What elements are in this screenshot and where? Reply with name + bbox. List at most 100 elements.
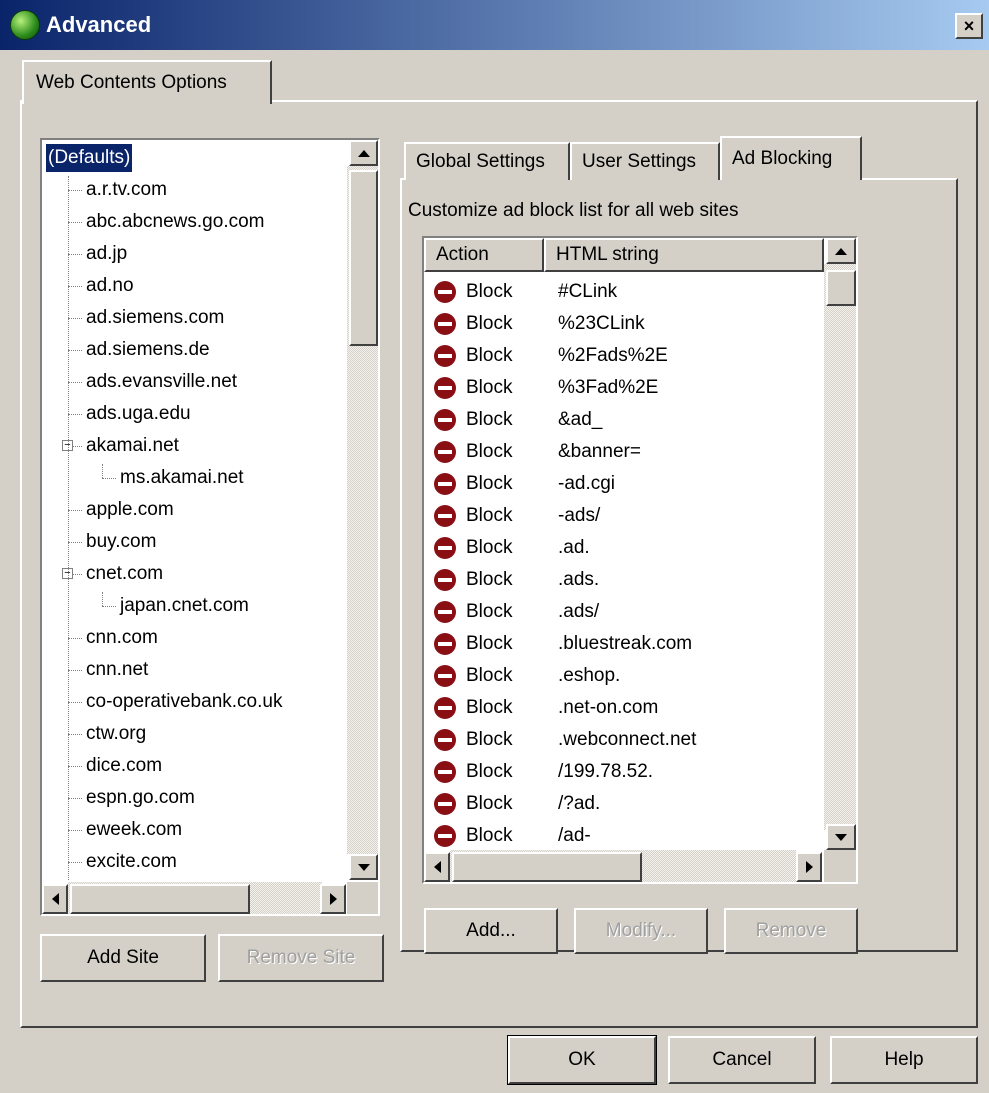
tree-item[interactable]: ad.siemens.de: [42, 336, 347, 364]
tab-global-settings[interactable]: Global Settings: [404, 142, 570, 180]
add-entry-label: Add...: [466, 920, 516, 941]
tree-connector: [68, 702, 82, 703]
tree-item-label: a.r.tv.com: [86, 179, 167, 200]
tree-item[interactable]: ad.no: [42, 272, 347, 300]
list-item[interactable]: Block .webconnect.net: [424, 724, 824, 756]
list-item[interactable]: Block .net-on.com: [424, 692, 824, 724]
column-action-label: Action: [436, 244, 489, 265]
ad-block-list[interactable]: Action HTML string Block #CLink Block %23CL…: [422, 236, 858, 884]
tree-item[interactable]: ads.uga.edu: [42, 400, 347, 428]
column-header-action[interactable]: Action: [424, 238, 544, 272]
list-vscroll-thumb[interactable]: [826, 270, 856, 306]
list-item[interactable]: Block .ads/: [424, 596, 824, 628]
help-button[interactable]: Help: [830, 1036, 978, 1084]
tab-ad-blocking[interactable]: Ad Blocking: [720, 136, 862, 180]
tree-item[interactable]: ad.jp: [42, 240, 347, 268]
tree-connector: [68, 254, 82, 255]
tree-hscroll-thumb[interactable]: [70, 884, 250, 914]
tree-item[interactable]: cnn.com: [42, 624, 347, 652]
tree-connector: [102, 478, 116, 479]
row-action: Block: [466, 473, 513, 494]
tree-item-label: ms.akamai.net: [120, 467, 244, 488]
list-item[interactable]: Block %23CLink: [424, 308, 824, 340]
list-vscroll-track[interactable]: [824, 264, 856, 830]
row-html-string: .ads/: [558, 601, 600, 622]
list-item[interactable]: Block/ad-: [424, 820, 824, 852]
add-site-button[interactable]: Add Site: [40, 934, 206, 982]
tree-item[interactable]: dice.com: [42, 752, 347, 780]
modify-entry-button[interactable]: Modify...: [574, 908, 708, 954]
no-entry-icon: [434, 313, 456, 335]
list-item[interactable]: Block %3Fad%2E: [424, 372, 824, 404]
row-html-string: %23CLink: [558, 313, 645, 334]
list-item[interactable]: Block #CLink: [424, 276, 824, 308]
tree-item-label: buy.com: [86, 531, 157, 552]
tree-item[interactable]: − akamai.net: [42, 432, 347, 460]
tree-item[interactable]: abc.abcnews.go.com: [42, 208, 347, 236]
modify-entry-label: Modify...: [605, 920, 677, 941]
tree-item[interactable]: ad.siemens.com: [42, 304, 347, 332]
row-html-string: .eshop.: [558, 665, 621, 686]
title-bar[interactable]: Advanced: [0, 0, 989, 50]
tree-item[interactable]: apple.com: [42, 496, 347, 524]
tree-item-label: co-operativebank.co.uk: [86, 691, 283, 712]
tab-user-settings[interactable]: User Settings: [570, 142, 720, 180]
remove-entry-button[interactable]: Remove: [724, 908, 858, 954]
cancel-button[interactable]: Cancel: [668, 1036, 816, 1084]
tree-item[interactable]: japan.cnet.com: [42, 592, 347, 620]
tree-item[interactable]: ads.evansville.net: [42, 368, 347, 396]
tree-connector: [102, 592, 103, 606]
tree-item-label: cnet.com: [86, 563, 164, 584]
tree-scroll-right-button[interactable]: [320, 884, 346, 914]
list-item[interactable]: Block %2Fads%2E: [424, 340, 824, 372]
tree-connector: [68, 222, 82, 223]
list-item[interactable]: Block .ad.: [424, 532, 824, 564]
tree-vscroll-thumb[interactable]: [349, 170, 378, 346]
list-item[interactable]: Block &banner=: [424, 436, 824, 468]
tree-item[interactable]: co-operativebank.co.uk: [42, 688, 347, 716]
list-scroll-down-button[interactable]: [826, 824, 856, 850]
list-scroll-up-button[interactable]: [826, 238, 856, 264]
row-html-string: .net-on.com: [558, 697, 659, 718]
tree-item-label: espn.go.com: [86, 787, 195, 808]
add-entry-button[interactable]: Add...: [424, 908, 558, 954]
remove-site-button[interactable]: Remove Site: [218, 934, 384, 982]
tree-scroll-down-button[interactable]: [349, 854, 378, 880]
tree-item[interactable]: eweek.com: [42, 816, 347, 844]
tree-item[interactable]: excite.com: [42, 848, 347, 876]
row-action: Block: [466, 825, 513, 846]
tree-item[interactable]: buy.com: [42, 528, 347, 556]
tree-item-label: ad.jp: [86, 243, 128, 264]
list-item[interactable]: Block -ad.cgi: [424, 468, 824, 500]
column-header-html-string[interactable]: HTML string: [544, 238, 824, 272]
tree-scroll-up-button[interactable]: [349, 140, 378, 166]
tree-item[interactable]: ctw.org: [42, 720, 347, 748]
no-entry-icon: [434, 825, 456, 847]
list-item[interactable]: Block .eshop.: [424, 660, 824, 692]
list-item[interactable]: Block /?ad.: [424, 788, 824, 820]
list-item[interactable]: Block/199.78.52.: [424, 756, 824, 788]
tree-item[interactable]: ms.akamai.net: [42, 464, 347, 492]
tree-scroll-left-button[interactable]: [42, 884, 68, 914]
list-scroll-right-button[interactable]: [796, 852, 822, 882]
tree-item[interactable]: espn.go.com: [42, 784, 347, 812]
tree-connector: [68, 862, 82, 863]
tree-item[interactable]: cnn.net: [42, 656, 347, 684]
ok-button[interactable]: OK: [507, 1035, 657, 1085]
tab-web-contents-options[interactable]: Web Contents Options: [22, 60, 272, 104]
list-hscroll-thumb[interactable]: [452, 852, 642, 882]
tree-item-label: apple.com: [86, 499, 174, 520]
list-item[interactable]: Block &ad_: [424, 404, 824, 436]
tree-connector: [68, 670, 82, 671]
no-entry-icon: [434, 729, 456, 751]
list-item[interactable]: Block .bluestreak.com: [424, 628, 824, 660]
list-item[interactable]: Block -ads/: [424, 500, 824, 532]
site-tree[interactable]: (Defaults) a.r.tv.com abc.abcnews.go.com ad…: [40, 138, 380, 916]
list-scroll-left-button[interactable]: [424, 852, 450, 882]
close-button[interactable]: ×: [955, 13, 983, 39]
list-item[interactable]: Block .ads.: [424, 564, 824, 596]
tree-item[interactable]: − cnet.com: [42, 560, 347, 588]
row-html-string: /ad-: [558, 825, 591, 846]
tree-item[interactable]: a.r.tv.com: [42, 176, 347, 204]
tree-item[interactable]: (Defaults): [42, 144, 347, 172]
